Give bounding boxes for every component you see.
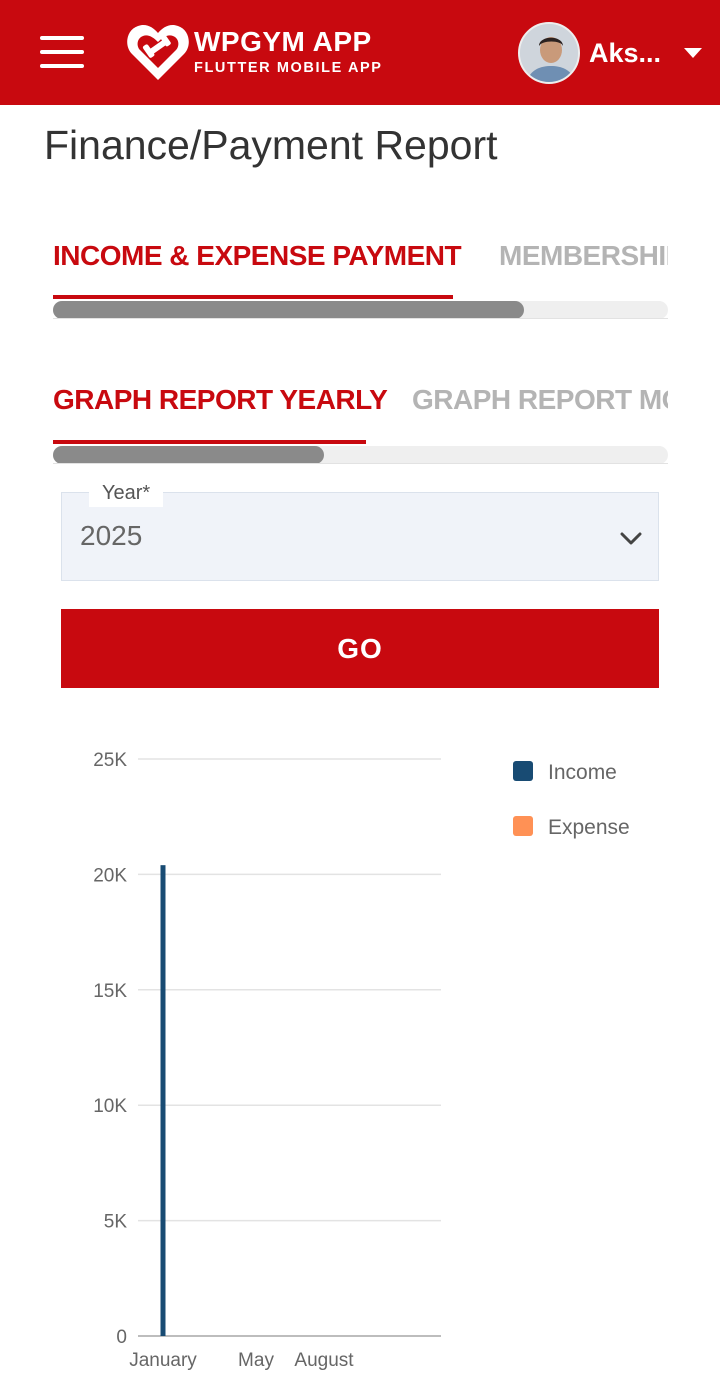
app-subtitle: FLUTTER MOBILE APP xyxy=(194,60,383,76)
user-avatar[interactable] xyxy=(518,22,580,84)
tab-membership[interactable]: MEMBERSHIP xyxy=(499,240,668,272)
legend-label: Expense xyxy=(548,816,630,839)
chevron-down-icon[interactable] xyxy=(620,527,642,549)
secondary-tab-scrollbar-thumb[interactable] xyxy=(53,446,324,464)
go-button[interactable]: GO xyxy=(61,609,659,688)
secondary-tab-divider xyxy=(53,463,668,464)
x-tick-label: May xyxy=(238,1350,274,1371)
secondary-tab-indicator xyxy=(53,440,366,444)
primary-tab-bar: INCOME & EXPENSE PAYMENT MEMBERSHIP xyxy=(53,240,668,280)
y-tick-label: 20K xyxy=(93,865,127,886)
legend-swatch xyxy=(513,816,533,836)
tab-graph-report-monthly[interactable]: GRAPH REPORT MONTHLY xyxy=(412,384,668,416)
x-tick-label: January xyxy=(129,1350,197,1371)
year-selected-value[interactable]: 2025 xyxy=(80,520,142,552)
app-bar: WPGYM APP FLUTTER MOBILE APP Aks... xyxy=(0,0,720,105)
secondary-tab-scrollbar[interactable] xyxy=(53,446,668,464)
hamburger-menu-icon[interactable] xyxy=(40,34,84,70)
user-name[interactable]: Aks... xyxy=(589,38,661,69)
y-tick-label: 15K xyxy=(93,981,127,1002)
x-tick-label: August xyxy=(294,1350,354,1371)
tab-income-expense-payment[interactable]: INCOME & EXPENSE PAYMENT xyxy=(53,240,462,272)
legend-label: Income xyxy=(548,761,617,784)
y-tick-label: 10K xyxy=(93,1096,127,1117)
primary-tab-indicator xyxy=(53,295,453,299)
bar xyxy=(160,865,166,1336)
page-title: Finance/Payment Report xyxy=(44,122,498,168)
tab-graph-report-yearly[interactable]: GRAPH REPORT YEARLY xyxy=(53,384,388,416)
primary-tab-scrollbar[interactable] xyxy=(53,301,668,319)
y-tick-label: 0 xyxy=(116,1327,127,1348)
app-title: WPGYM APP xyxy=(194,26,372,57)
primary-tab-divider xyxy=(53,318,668,319)
secondary-tab-bar: GRAPH REPORT YEARLY GRAPH REPORT MONTHLY xyxy=(53,384,668,424)
legend-swatch xyxy=(513,761,533,781)
heart-dumbbell-logo-icon xyxy=(126,22,190,82)
income-expense-chart: 0 5K 10K 15K 20K 25K January May August Income Exp… xyxy=(93,750,630,1371)
y-tick-label: 5K xyxy=(104,1212,128,1233)
primary-tab-scrollbar-thumb[interactable] xyxy=(53,301,524,319)
y-tick-label: 25K xyxy=(93,750,127,771)
year-field-label: Year* xyxy=(89,479,164,507)
caret-down-icon[interactable] xyxy=(684,48,702,58)
